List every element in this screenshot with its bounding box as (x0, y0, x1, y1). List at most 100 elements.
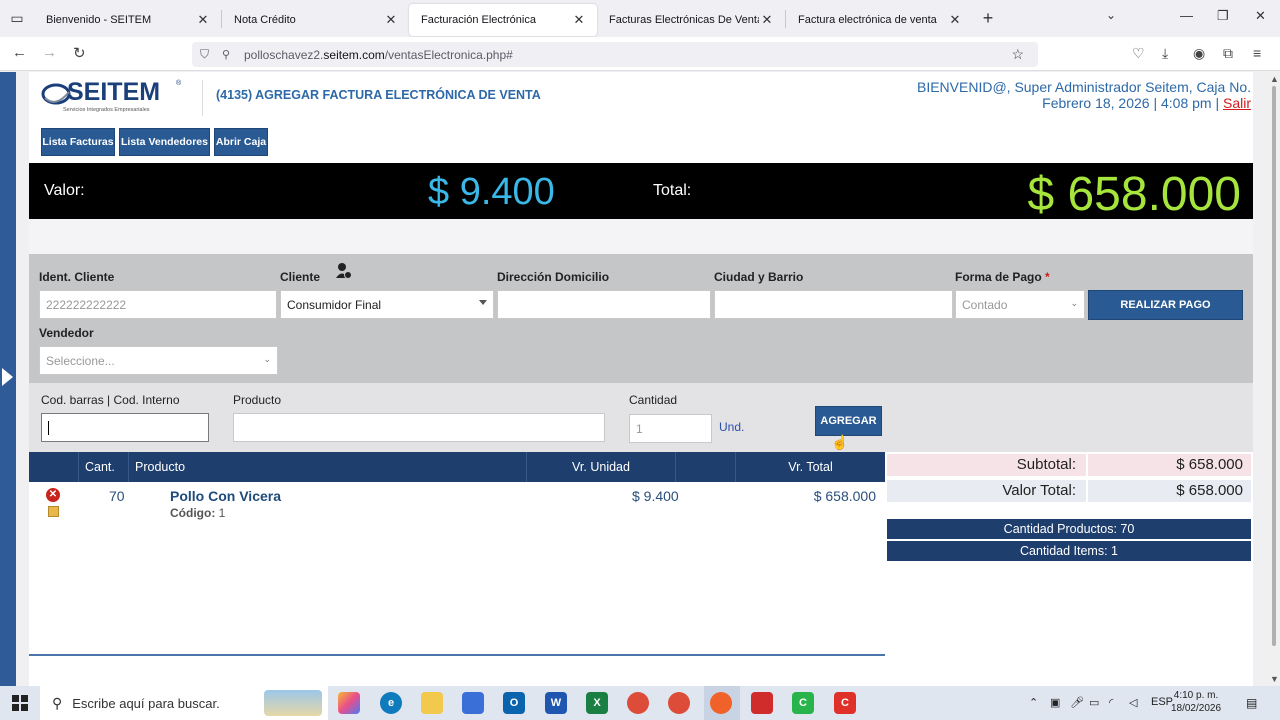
browser-tab-bienvenido[interactable]: Bienvenido - SEITEM ✕ (34, 4, 221, 36)
scroll-up-icon[interactable]: ▲ (1270, 74, 1279, 84)
close-icon[interactable]: ✕ (759, 12, 775, 28)
windows-start-icon[interactable] (12, 695, 28, 711)
value-label: Valor: (44, 182, 85, 199)
seitem-logo[interactable]: SEITEM ® Servicios Integrados Empresaria… (41, 78, 181, 114)
taskbar-clock[interactable]: 4:10 p. m. 18/02/2026 (1166, 689, 1226, 715)
seller-select[interactable]: Seleccione... ⌄ (39, 346, 278, 375)
address-input[interactable] (497, 290, 711, 319)
payment-select[interactable]: Contado ⌄ (955, 290, 1085, 319)
sidebar-toggle-strip[interactable] (0, 72, 16, 686)
quantity-input[interactable]: 1 (629, 414, 712, 443)
expand-arrow-icon[interactable] (2, 368, 13, 386)
banner-spacer (29, 219, 1253, 254)
back-arrow-icon[interactable]: ← (12, 44, 27, 61)
delete-icon[interactable]: ✕ (46, 488, 60, 502)
scroll-thumb[interactable] (1272, 86, 1276, 646)
store-icon[interactable] (462, 692, 484, 714)
open-cash-button[interactable]: Abrir Caja (214, 128, 268, 156)
camtasia-red-icon[interactable]: C (834, 692, 856, 714)
page-scrollbar[interactable]: ▲ ▼ (1268, 72, 1280, 686)
anydesk-icon[interactable] (751, 692, 773, 714)
tab-label: Factura electrónica de venta (798, 13, 937, 26)
close-icon[interactable]: ✕ (947, 12, 963, 28)
chrome-profile-icon[interactable] (668, 692, 690, 714)
subtotal-row: Subtotal: $ 658.000 (887, 454, 1251, 476)
tray-app-icon[interactable]: ▣ (1050, 696, 1060, 709)
camtasia-green-icon[interactable]: C (792, 692, 814, 714)
battery-icon[interactable]: ▭ (1089, 696, 1099, 709)
logo-text: SEITEM (67, 78, 161, 106)
edit-note-icon[interactable] (48, 506, 59, 517)
row-product-name[interactable]: Pollo Con Vicera (170, 488, 281, 504)
make-payment-button[interactable]: REALIZAR PAGO (1088, 290, 1243, 320)
current-date: Febrero 18, 2026 | 4:08 pm | (1042, 95, 1220, 111)
restore-icon[interactable]: ❐ (1217, 8, 1229, 24)
row-total: $ 658.000 (813, 488, 876, 504)
list-invoices-button[interactable]: Lista Facturas (41, 128, 115, 156)
dropdown-caret-icon (479, 300, 487, 305)
browser-tab-nota-credito[interactable]: Nota Crédito ✕ (222, 4, 409, 36)
page-viewport: SEITEM ® Servicios Integrados Empresaria… (0, 72, 1268, 686)
welcome-text: BIENVENID@, Super Administrador Seitem, … (916, 79, 1251, 95)
tab-label: Nota Crédito (234, 13, 296, 26)
list-sellers-button[interactable]: Lista Vendedores (119, 128, 210, 156)
registered-mark: ® (176, 80, 182, 87)
outlook-icon[interactable]: O (503, 692, 525, 714)
total-value: $ 658.000 (1088, 480, 1251, 502)
chevron-down-icon[interactable]: ⌄ (1106, 8, 1116, 22)
new-tab-icon[interactable]: + (973, 8, 1003, 29)
copilot-icon[interactable] (338, 692, 360, 714)
client-select[interactable]: Consumidor Final (280, 290, 494, 319)
excel-icon[interactable]: X (586, 692, 608, 714)
pocket-icon[interactable]: ♡ (1132, 45, 1145, 62)
browser-tab-facturas-ventas[interactable]: Facturas Electrónicas De Ventas ✕ (597, 4, 785, 36)
add-product-button[interactable]: AGREGAR (815, 406, 882, 436)
table-row: ✕ 70 Pollo Con Vicera Código: 1 $ 9.400 … (29, 482, 885, 526)
actions-column-header (29, 452, 79, 482)
chrome-icon[interactable] (627, 692, 649, 714)
shield-icon[interactable]: ⛉ (200, 47, 214, 62)
products-table-header: Cant. Producto Vr. Unidad Vr. Total (29, 452, 885, 482)
forward-arrow-icon[interactable]: → (42, 44, 57, 61)
search-highlight-image (264, 690, 322, 716)
reload-icon[interactable]: ↻ (73, 44, 86, 62)
scroll-down-icon[interactable]: ▼ (1270, 674, 1279, 684)
extensions-icon[interactable]: ⧉ (1223, 45, 1233, 62)
logout-link[interactable]: Salir (1223, 95, 1251, 111)
page-info-icon[interactable]: ⚲ (222, 48, 236, 61)
close-icon[interactable]: ✕ (571, 12, 587, 28)
microphone-icon[interactable]: 🎤︎ (1070, 696, 1084, 709)
firefox-icon[interactable] (710, 692, 732, 714)
url-text: polloschavez2.seitem.com/ventasElectroni… (244, 47, 513, 62)
windows-taskbar: ⚲ Escribe aquí para buscar. e O W X C C … (0, 686, 1280, 720)
logo-subtitle: Servicios Integrados Empresariales (63, 107, 150, 113)
client-id-input[interactable]: 222222222222 (39, 290, 277, 319)
file-explorer-icon[interactable] (421, 692, 443, 714)
qty-column-header: Cant. (79, 452, 129, 482)
total-value-label: Valor Total: (887, 480, 1086, 502)
browser-tab-facturacion[interactable]: Facturación Electrónica ✕ (409, 3, 597, 36)
tray-expand-icon[interactable]: ⌃ (1029, 696, 1038, 709)
account-icon[interactable]: ◉ (1193, 45, 1205, 62)
barcode-input[interactable] (41, 413, 209, 442)
download-icon[interactable]: ⤓ (1162, 45, 1168, 62)
menu-icon[interactable]: ≡ (1253, 45, 1261, 61)
close-window-icon[interactable]: ✕ (1255, 8, 1266, 24)
minimize-icon[interactable]: — (1180, 8, 1193, 23)
browser-tab-factura-venta[interactable]: Factura electrónica de venta ✕ (786, 4, 973, 36)
product-input[interactable] (233, 413, 605, 442)
close-icon[interactable]: ✕ (383, 12, 399, 28)
notifications-icon[interactable]: ▤ (1246, 696, 1257, 710)
city-input[interactable] (714, 290, 953, 319)
word-icon[interactable]: W (545, 692, 567, 714)
bookmark-star-icon[interactable]: ☆ (1011, 46, 1024, 63)
url-bar[interactable]: ⛉ ⚲ polloschavez2.seitem.com/ventasElect… (192, 42, 1038, 67)
close-icon[interactable]: ✕ (195, 12, 211, 28)
wifi-icon[interactable]: ◜ (1109, 696, 1113, 709)
edge-icon[interactable]: e (380, 692, 402, 714)
table-bottom-border (29, 654, 885, 656)
tab-overview-icon[interactable]: ▭ (0, 0, 34, 37)
volume-icon[interactable]: ◁ (1129, 696, 1137, 709)
taskbar-search[interactable]: ⚲ Escribe aquí para buscar. (40, 686, 328, 720)
add-client-icon[interactable] (336, 262, 352, 280)
